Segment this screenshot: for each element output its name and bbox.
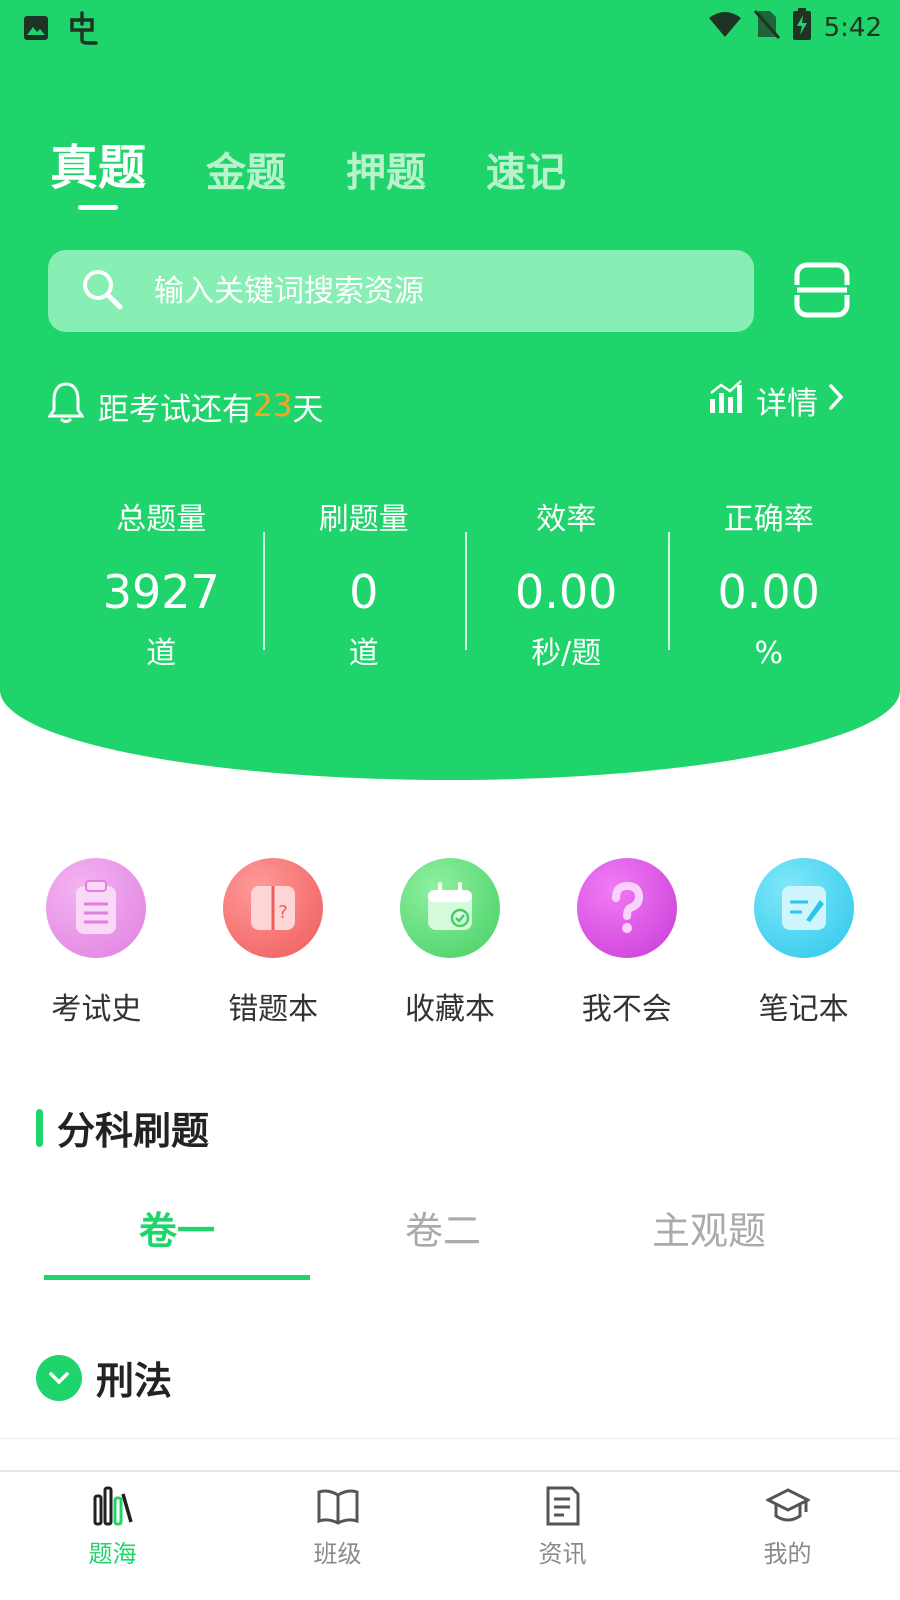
app-logo-icon	[66, 10, 102, 50]
nav-label: 题海	[88, 1540, 137, 1568]
quick-tools: 考试史 ? 错题本 收藏本 我不会 笔记本	[0, 858, 900, 1028]
tab-paper-one[interactable]: 卷一	[44, 1200, 310, 1280]
countdown-prefix: 距考试还有	[98, 391, 253, 428]
open-book-icon	[225, 1484, 450, 1528]
stat-label: 效率	[536, 502, 597, 537]
stat-total: 总题量 3927 道	[60, 500, 263, 680]
no-sim-icon	[753, 9, 780, 46]
tab-yati[interactable]: 押题	[346, 140, 426, 198]
tab-paper-two[interactable]: 卷二	[310, 1200, 576, 1280]
tool-label: 考试史	[51, 992, 142, 1027]
tool-label: 我不会	[581, 992, 672, 1027]
wrong-book-icon: ?	[223, 858, 324, 958]
detail-link[interactable]: 详情	[708, 378, 844, 423]
nav-label: 我的	[763, 1540, 812, 1568]
calendar-check-icon	[399, 858, 500, 958]
books-icon	[0, 1484, 225, 1528]
stat-value: 0.00	[717, 565, 820, 619]
nav-news[interactable]: 资讯	[450, 1472, 675, 1600]
stats-panel: 总题量 3927 道 刷题量 0 道 效率 0.00 秒/题 正确率 0.00 …	[60, 500, 870, 680]
tab-zhenti[interactable]: 真题	[50, 128, 146, 210]
chevron-down-icon	[36, 1354, 82, 1401]
tab-jinti[interactable]: 金题	[206, 140, 286, 198]
tool-favorites[interactable]: 收藏本	[385, 858, 515, 1028]
nav-mine[interactable]: 我的	[675, 1472, 900, 1600]
battery-charging-icon	[792, 8, 812, 47]
search-bar[interactable]	[48, 250, 754, 332]
search-icon	[80, 267, 124, 315]
stat-label: 刷题量	[318, 502, 409, 537]
stat-unit: 道	[146, 636, 177, 671]
tool-dont-know[interactable]: 我不会	[562, 858, 692, 1028]
stat-done: 刷题量 0 道	[262, 500, 466, 680]
clipboard-icon	[46, 858, 147, 958]
search-input[interactable]	[154, 273, 674, 309]
stat-accuracy: 正确率 0.00 %	[667, 500, 871, 680]
section-title-text: 分科刷题	[57, 1109, 210, 1153]
subject-row[interactable]: 刑法	[36, 1350, 172, 1405]
tool-notebook[interactable]: 笔记本	[739, 858, 869, 1028]
subject-label: 刑法	[96, 1359, 173, 1403]
nav-label: 班级	[313, 1540, 362, 1568]
image-icon	[22, 14, 50, 46]
note-edit-icon	[753, 858, 854, 958]
bottom-nav: 题海 班级 资讯 我的	[0, 1470, 900, 1600]
stat-value: 0.00	[515, 565, 618, 619]
tool-wrong-book[interactable]: ? 错题本	[208, 858, 338, 1028]
scan-icon[interactable]	[794, 262, 850, 318]
exam-countdown: 距考试还有 23 天	[47, 380, 324, 432]
stat-value: 3927	[102, 565, 220, 619]
graduation-cap-icon	[675, 1484, 900, 1528]
tool-label: 收藏本	[404, 992, 495, 1027]
stat-unit: %	[754, 636, 783, 671]
chevron-right-icon	[828, 383, 844, 419]
bar-chart-icon	[708, 379, 746, 423]
paper-tabs: 卷一 卷二 主观题	[44, 1200, 844, 1280]
stat-unit: 秒/题	[531, 636, 602, 671]
tool-label: 错题本	[228, 992, 319, 1027]
divider	[0, 1438, 900, 1439]
stat-label: 正确率	[723, 502, 814, 537]
countdown-days: 23	[253, 388, 293, 424]
countdown-suffix: 天	[292, 391, 324, 428]
clock-time: 5:42	[823, 12, 882, 43]
wifi-icon	[708, 10, 742, 45]
question-icon	[576, 858, 677, 958]
stat-value: 0	[349, 565, 379, 619]
top-tabs: 真题 金题 押题 速记	[50, 128, 566, 210]
section-title: 分科刷题	[36, 1100, 209, 1155]
nav-tihai[interactable]: 题海	[0, 1472, 225, 1600]
tab-suji[interactable]: 速记	[486, 140, 566, 198]
bell-icon	[47, 380, 85, 432]
stat-label: 总题量	[116, 502, 207, 537]
stat-efficiency: 效率 0.00 秒/题	[465, 500, 668, 680]
nav-label: 资讯	[538, 1540, 587, 1568]
document-icon	[450, 1484, 675, 1528]
nav-class[interactable]: 班级	[225, 1472, 450, 1600]
section-accent-bar	[36, 1108, 43, 1147]
tab-subjective[interactable]: 主观题	[576, 1200, 842, 1280]
svg-text:?: ?	[278, 902, 288, 923]
tool-label: 笔记本	[758, 992, 849, 1027]
tool-exam-history[interactable]: 考试史	[31, 858, 161, 1028]
status-bar: 5:42	[0, 0, 900, 50]
detail-label: 详情	[756, 386, 818, 422]
stat-unit: 道	[348, 636, 379, 671]
